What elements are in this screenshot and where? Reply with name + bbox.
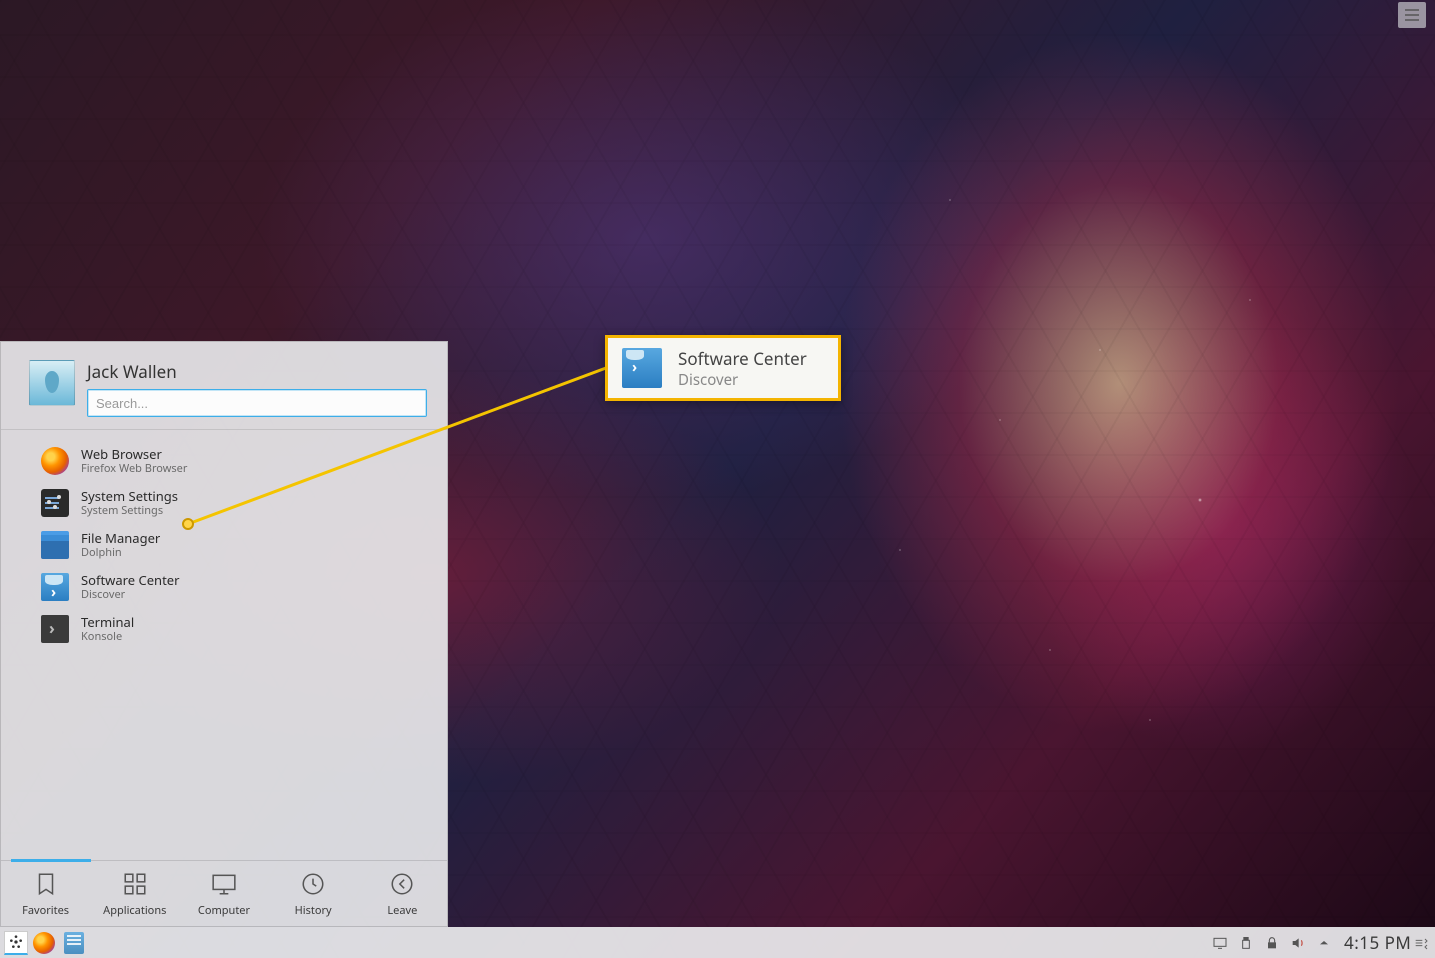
discover-icon (41, 573, 69, 601)
taskbar-firefox[interactable] (30, 929, 58, 957)
favorite-title: Terminal (81, 614, 134, 630)
application-launcher: Jack Wallen Web Browser Firefox Web Brow… (0, 341, 448, 927)
terminal-icon (41, 615, 69, 643)
bookmark-icon (33, 871, 59, 897)
start-button[interactable] (4, 931, 28, 955)
annotation-anchor-dot (182, 518, 194, 530)
taskbar-files[interactable] (60, 929, 88, 957)
launcher-tabs: Favorites Applications Computer History … (1, 860, 447, 926)
favorite-software-center[interactable]: Software Center Discover (1, 566, 447, 608)
favorite-subtitle: System Settings (81, 504, 178, 518)
tab-computer[interactable]: Computer (180, 871, 268, 918)
favorite-subtitle: Konsole (81, 630, 134, 644)
display-icon (1212, 935, 1228, 951)
usb-icon (1238, 935, 1254, 951)
callout-subtitle: Discover (678, 370, 807, 390)
show-desktop-icon (1413, 935, 1429, 951)
tray-storage[interactable] (1238, 935, 1254, 951)
files-icon (64, 932, 84, 954)
favorite-title: System Settings (81, 488, 178, 504)
tray-volume[interactable] (1290, 935, 1306, 951)
favorite-terminal[interactable]: Terminal Konsole (1, 608, 447, 650)
launcher-header: Jack Wallen (1, 342, 447, 430)
clock: 4:15 PM (1344, 931, 1411, 954)
firefox-icon (41, 447, 69, 475)
tray-expand[interactable] (1316, 935, 1332, 951)
favorite-system-settings[interactable]: System Settings System Settings (1, 482, 447, 524)
favorite-subtitle: Dolphin (81, 546, 160, 560)
annotation-callout: Software Center Discover (605, 335, 841, 401)
favorite-subtitle: Discover (81, 588, 179, 602)
hamburger-icon (1404, 9, 1420, 21)
callout-title: Software Center (678, 347, 807, 370)
user-name: Jack Wallen (87, 360, 427, 383)
search-input[interactable] (87, 389, 427, 417)
favorite-title: Software Center (81, 572, 179, 588)
taskbar (0, 927, 1342, 958)
chevron-up-icon (1316, 935, 1332, 951)
tab-history[interactable]: History (269, 871, 357, 918)
user-avatar[interactable] (29, 360, 75, 406)
favorite-web-browser[interactable]: Web Browser Firefox Web Browser (1, 440, 447, 482)
system-tray (1202, 927, 1342, 958)
active-tab-indicator (11, 859, 91, 862)
history-icon (300, 871, 326, 897)
discover-icon (622, 348, 662, 388)
clock-area[interactable]: 4:15 PM (1342, 927, 1435, 958)
computer-icon (211, 871, 237, 897)
firefox-icon (33, 932, 55, 954)
volume-icon (1290, 935, 1306, 951)
tray-lock[interactable] (1264, 935, 1280, 951)
desktop-toolbox-button[interactable] (1398, 2, 1426, 28)
tab-leave[interactable]: Leave (358, 871, 446, 918)
folder-icon (41, 531, 69, 559)
favorite-file-manager[interactable]: File Manager Dolphin (1, 524, 447, 566)
apps-grid-icon (122, 871, 148, 897)
tab-favorites[interactable]: Favorites (2, 871, 90, 918)
lock-icon (1264, 935, 1280, 951)
settings-icon (41, 489, 69, 517)
leave-icon (389, 871, 415, 897)
favorite-subtitle: Firefox Web Browser (81, 462, 187, 476)
tray-display[interactable] (1212, 935, 1228, 951)
kde-logo-icon (8, 934, 24, 950)
tab-applications[interactable]: Applications (91, 871, 179, 918)
favorites-list: Web Browser Firefox Web Browser System S… (1, 430, 447, 860)
favorite-title: Web Browser (81, 446, 187, 462)
favorite-title: File Manager (81, 530, 160, 546)
